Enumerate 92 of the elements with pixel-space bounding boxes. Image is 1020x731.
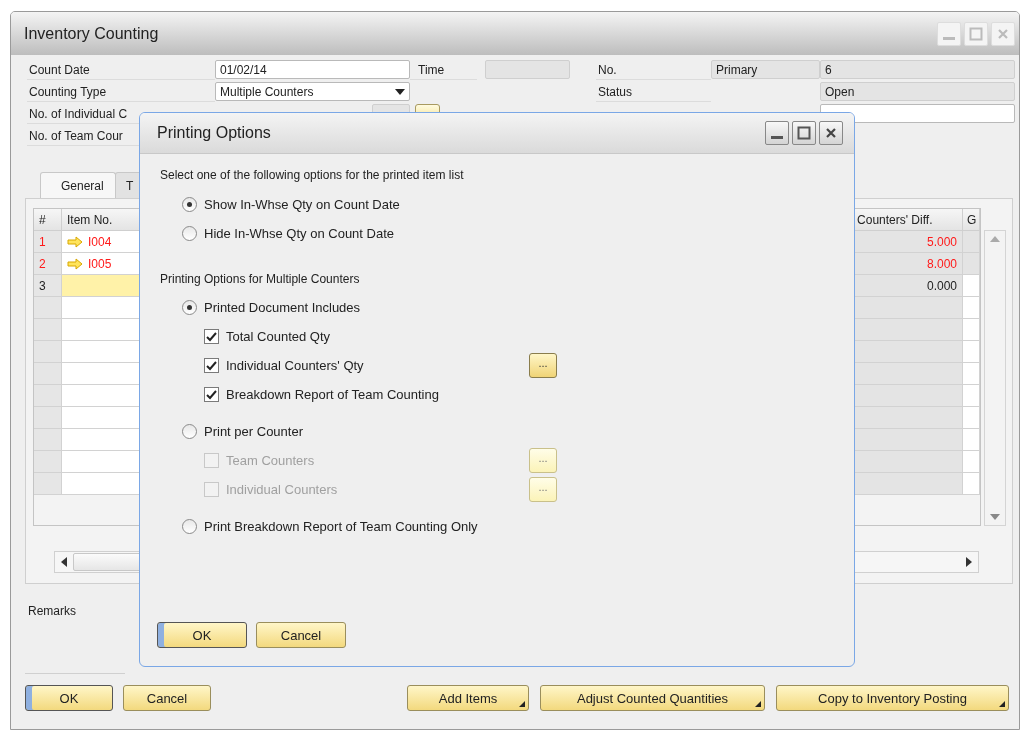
dropdown-caret-icon: [395, 88, 405, 95]
row-number[interactable]: 3: [34, 275, 62, 297]
remarks-label: Remarks: [28, 604, 77, 618]
picker-button[interactable]: ...: [529, 353, 557, 378]
checkmark-icon: [206, 331, 217, 342]
table-cell: [963, 231, 981, 253]
minimize-icon: [771, 136, 783, 139]
row-number[interactable]: [34, 297, 62, 319]
table-cell: 5.000: [855, 231, 964, 253]
action-menu-button[interactable]: Add Items: [407, 685, 529, 711]
minimize-button[interactable]: [765, 121, 789, 145]
date-field[interactable]: 01/02/14: [215, 60, 410, 79]
window-title: Inventory Counting: [24, 24, 159, 43]
maximize-icon: [969, 26, 983, 41]
ok-button[interactable]: OK: [25, 685, 113, 711]
action-menu-button[interactable]: Copy to Inventory Posting: [776, 685, 1009, 711]
row-number[interactable]: [34, 451, 62, 473]
section-heading: Printing Options for Multiple Counters: [160, 271, 360, 288]
radio-button[interactable]: [182, 424, 197, 439]
table-cell: [963, 297, 981, 319]
radio-option[interactable]: Hide In-Whse Qty on Count Date: [182, 226, 395, 241]
checkmark-icon: [206, 360, 217, 371]
series-field[interactable]: Primary: [711, 60, 820, 79]
checkbox-option[interactable]: Breakdown Report of Team Counting: [204, 387, 529, 402]
row-number[interactable]: [34, 341, 62, 363]
arrow-icon: [67, 235, 83, 248]
radio-option[interactable]: Printed Document Includes: [182, 300, 361, 315]
radio-option[interactable]: Print per Counter: [182, 424, 303, 439]
number-field: 6: [820, 60, 1015, 79]
table-cell: I005: [62, 253, 142, 275]
row-number[interactable]: [34, 473, 62, 495]
menu-caret-icon: [519, 701, 525, 707]
table-cell: [963, 319, 981, 341]
radio-option[interactable]: Show In-Whse Qty on Count Date: [182, 197, 400, 212]
radio-option[interactable]: Print Breakdown Report of Team Counting Only: [182, 519, 478, 534]
menu-caret-icon: [755, 701, 761, 707]
table-cell: [963, 363, 981, 385]
row-number[interactable]: [34, 385, 62, 407]
arrow-icon: [67, 257, 83, 270]
field-label: Count Date: [27, 60, 215, 80]
tab[interactable]: General: [40, 172, 116, 198]
checkbox[interactable]: [204, 387, 219, 402]
table-cell: 0.000: [855, 275, 964, 297]
checkmark-icon: [206, 389, 217, 400]
radio-button[interactable]: [182, 197, 197, 212]
close-button[interactable]: [819, 121, 843, 145]
status-field: Open: [820, 82, 1015, 101]
scroll-up-icon: [990, 236, 1000, 242]
table-cell: [963, 253, 981, 275]
row-number[interactable]: [34, 407, 62, 429]
action-menu-button[interactable]: Adjust Counted Quantities: [540, 685, 765, 711]
radio-button[interactable]: [182, 226, 197, 241]
close-icon: [825, 127, 837, 139]
checkbox-option[interactable]: Individual Counters' Qty: [204, 358, 529, 373]
menu-caret-icon: [999, 701, 1005, 707]
checkbox[interactable]: [204, 329, 219, 344]
instruction-text: Select one of the following options for the printed item list: [160, 167, 464, 184]
vertical-scrollbar[interactable]: [984, 230, 1006, 526]
table-cell: 8.000: [855, 253, 964, 275]
time-field[interactable]: [485, 60, 570, 79]
checkbox[interactable]: [204, 358, 219, 373]
cancel-button[interactable]: Cancel: [123, 685, 211, 711]
field-label: Status: [596, 82, 711, 102]
scroll-down-icon: [990, 514, 1000, 520]
table-cell: [963, 407, 981, 429]
checkbox-option[interactable]: Total Counted Qty: [204, 329, 529, 344]
table-cell: [963, 385, 981, 407]
scroll-right-icon: [966, 557, 972, 567]
scroll-left-icon: [61, 557, 67, 567]
radio-button[interactable]: [182, 300, 197, 315]
minimize-icon: [943, 36, 955, 40]
field-label: Time: [410, 60, 477, 80]
column-header: Counters' Diff.: [855, 209, 964, 231]
counting-type-select[interactable]: Multiple Counters: [215, 82, 410, 101]
field-label: Counting Type: [27, 82, 215, 102]
column-header: G: [963, 209, 981, 231]
column-header: #: [34, 209, 62, 231]
row-number[interactable]: [34, 429, 62, 451]
table-cell: [963, 429, 981, 451]
radio-button[interactable]: [182, 519, 197, 534]
close-icon: [997, 27, 1009, 40]
table-cell: [963, 275, 981, 297]
row-number[interactable]: [34, 319, 62, 341]
table-cell: [963, 341, 981, 363]
ok-button[interactable]: OK: [157, 622, 247, 648]
maximize-button[interactable]: [792, 121, 816, 145]
row-number[interactable]: [34, 363, 62, 385]
table-cell: I004: [62, 231, 142, 253]
cancel-button[interactable]: Cancel: [256, 622, 346, 648]
table-cell: [963, 473, 981, 495]
table-cell: [963, 451, 981, 473]
maximize-icon: [797, 126, 811, 140]
